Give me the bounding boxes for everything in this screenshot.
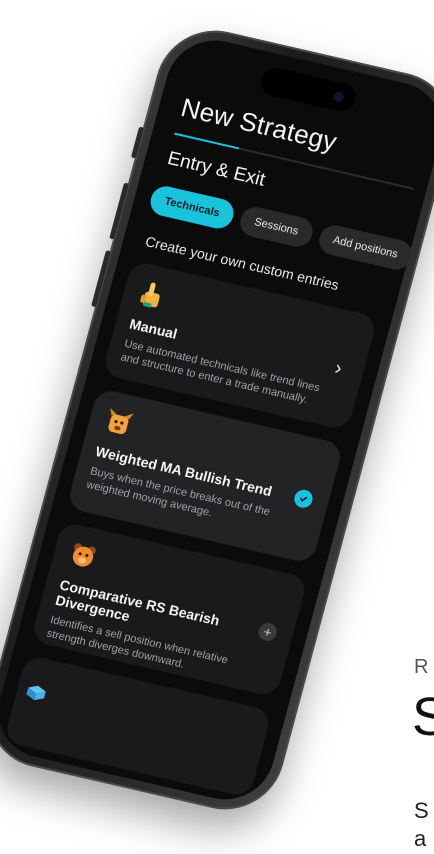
phone-mockup: New Strategy Entry & Exit Technicals Ses… (0, 19, 434, 821)
hand-pointer-icon (140, 282, 160, 308)
progress-fill (174, 132, 240, 150)
bear-icon (72, 543, 96, 567)
dog-bull-icon (108, 408, 134, 434)
section-heading: Entry & Exit (165, 148, 268, 191)
section-title: S (412, 687, 434, 747)
camera-dot (332, 90, 345, 103)
dynamic-island (258, 65, 359, 114)
check-mark (299, 496, 308, 502)
tab-add-positions[interactable]: Add positions (315, 222, 416, 273)
section-body-line: a (414, 826, 427, 851)
section-body-line: S (414, 798, 429, 823)
tab-sessions[interactable]: Sessions (236, 204, 316, 250)
stage: R S S a New Strategy Entry & Exit Techni… (0, 0, 434, 854)
tab-technicals[interactable]: Technicals (147, 183, 237, 232)
section-eyebrow: R (414, 656, 429, 678)
section-body: S a (414, 797, 429, 853)
